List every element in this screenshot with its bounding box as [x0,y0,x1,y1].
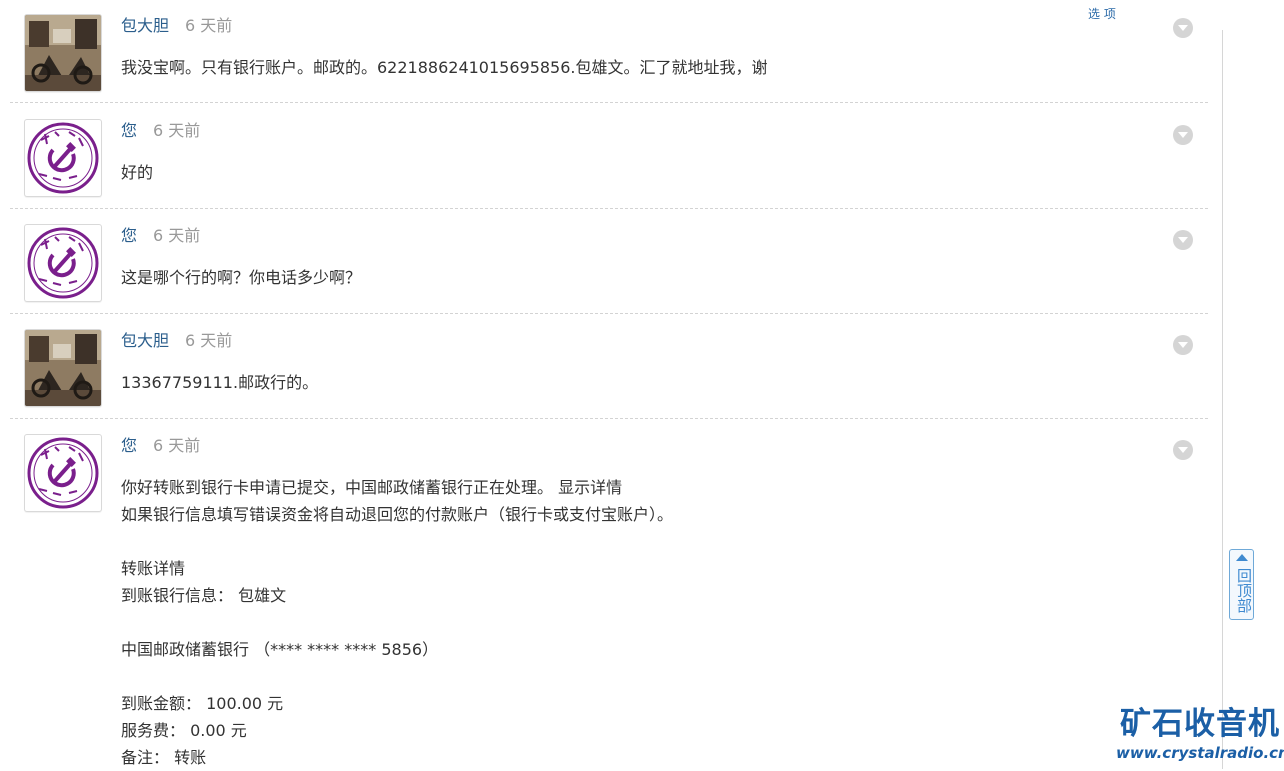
message-menu-icon[interactable] [1173,18,1193,38]
avatar[interactable] [24,14,102,92]
author-name[interactable]: 包大胆 [121,16,169,35]
back-to-top-label: 回顶部 [1235,567,1253,613]
message-header: 包大胆 6 天前 [121,330,232,352]
back-to-top-button[interactable]: 回顶部 [1229,549,1254,620]
message-line: 到账银行信息： 包雄文 [121,586,287,605]
message-divider [10,208,1208,209]
message-line [121,663,673,690]
watermark-name: 矿石收音机 [1120,706,1280,742]
message-line: 转账详情 [121,559,186,578]
message-line [121,528,673,555]
message-line: 中国邮政储蓄银行 （**** **** **** 5856） [121,640,439,659]
avatar[interactable] [24,224,102,302]
author-name[interactable]: 您 [121,436,137,455]
message-line: 13367759111.邮政行的。 [121,373,319,392]
up-arrow-icon [1236,554,1248,561]
message-line: 这是哪个行的啊？你电话多少啊？ [121,268,362,287]
message-divider [10,418,1208,419]
message-body: 这是哪个行的啊？你电话多少啊？ [121,264,361,291]
message-line: 如果银行信息填写错误资金将自动退回您的付款账户（银行卡或支付宝账户）。 [121,505,674,524]
message-header: 您 6 天前 [121,120,200,142]
message-line: 我没宝啊。只有银行账户。邮政的。6221886241015695856.包雄文。… [121,58,768,77]
avatar[interactable] [24,119,102,197]
message-body: 你好转账到银行卡申请已提交，中国邮政储蓄银行正在处理。 显示详情 如果银行信息填… [121,474,673,771]
message-divider [10,313,1208,314]
message-line: 服务费： 0.00 元 [121,721,247,740]
message-header: 包大胆 6 天前 [121,15,232,37]
message-menu-icon[interactable] [1173,230,1193,250]
message-menu-icon[interactable] [1173,440,1193,460]
message-header: 您 6 天前 [121,435,200,457]
timestamp: 6 天前 [153,121,201,140]
message-body: 我没宝啊。只有银行账户。邮政的。6221886241015695856.包雄文。… [121,54,768,81]
message-line: 你好转账到银行卡申请已提交，中国邮政储蓄银行正在处理。 显示详情 [121,478,623,497]
avatar[interactable] [24,434,102,512]
author-name[interactable]: 您 [121,121,137,140]
author-name[interactable]: 包大胆 [121,331,169,350]
message-menu-icon[interactable] [1173,125,1193,145]
timestamp: 6 天前 [153,436,201,455]
message-body: 好的 [121,159,153,186]
watermark-url: www.crystalradio.cn [1116,744,1284,762]
message-body: 13367759111.邮政行的。 [121,369,318,396]
message-header: 您 6 天前 [121,225,200,247]
author-name[interactable]: 您 [121,226,137,245]
message-line: 到账金额： 100.00 元 [121,694,284,713]
site-watermark: 矿石收音机 www.crystalradio.cn [1116,706,1284,764]
message-menu-icon[interactable] [1173,335,1193,355]
message-thread: 包大胆 6 天前 我没宝啊。只有银行账户。邮政的。6221886241015695… [0,0,1284,769]
timestamp: 6 天前 [185,16,233,35]
timestamp: 6 天前 [153,226,201,245]
message-divider [10,102,1208,103]
message-line [121,609,673,636]
timestamp: 6 天前 [185,331,233,350]
avatar[interactable] [24,329,102,407]
message-line: 好的 [121,163,154,182]
message-line: 备注： 转账 [121,748,207,767]
